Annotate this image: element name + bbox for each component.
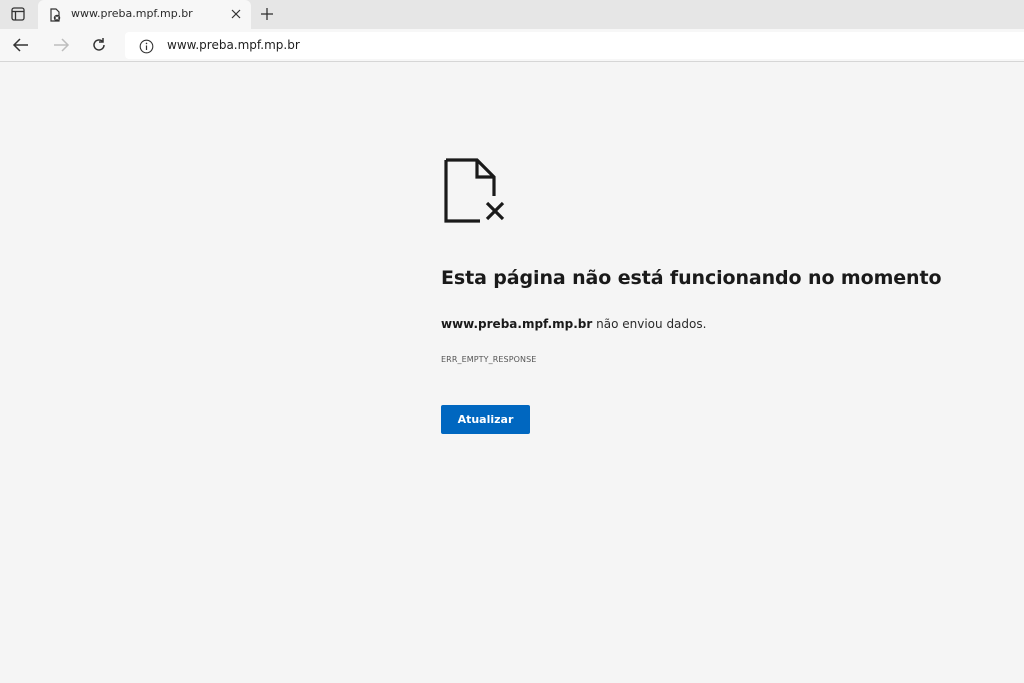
- error-page: Esta página não está funcionando no mome…: [0, 63, 1024, 683]
- error-description-text: não enviou dados.: [592, 317, 707, 331]
- browser-tab[interactable]: www.preba.mpf.mp.br: [38, 0, 251, 29]
- address-bar[interactable]: www.preba.mpf.mp.br: [125, 32, 1024, 59]
- plus-icon[interactable]: [257, 4, 277, 24]
- tab-strip: www.preba.mpf.mp.br: [0, 0, 1024, 29]
- back-arrow-icon[interactable]: [9, 34, 33, 56]
- error-description: www.preba.mpf.mp.br não enviou dados.: [441, 317, 706, 331]
- browser-toolbar: www.preba.mpf.mp.br: [0, 29, 1024, 62]
- url-text[interactable]: www.preba.mpf.mp.br: [167, 38, 300, 52]
- error-host: www.preba.mpf.mp.br: [441, 317, 593, 331]
- page-error-icon: [48, 7, 62, 22]
- error-title: Esta página não está funcionando no mome…: [441, 267, 942, 289]
- error-code: ERR_EMPTY_RESPONSE: [441, 355, 537, 364]
- close-icon[interactable]: [229, 7, 243, 21]
- tab-title: www.preba.mpf.mp.br: [71, 7, 193, 20]
- broken-page-icon: [442, 158, 508, 224]
- reload-button[interactable]: Atualizar: [441, 405, 530, 434]
- reload-icon[interactable]: [87, 34, 111, 56]
- forward-arrow-icon[interactable]: [49, 34, 73, 56]
- info-icon[interactable]: [138, 38, 154, 54]
- tab-actions-icon[interactable]: [6, 3, 30, 25]
